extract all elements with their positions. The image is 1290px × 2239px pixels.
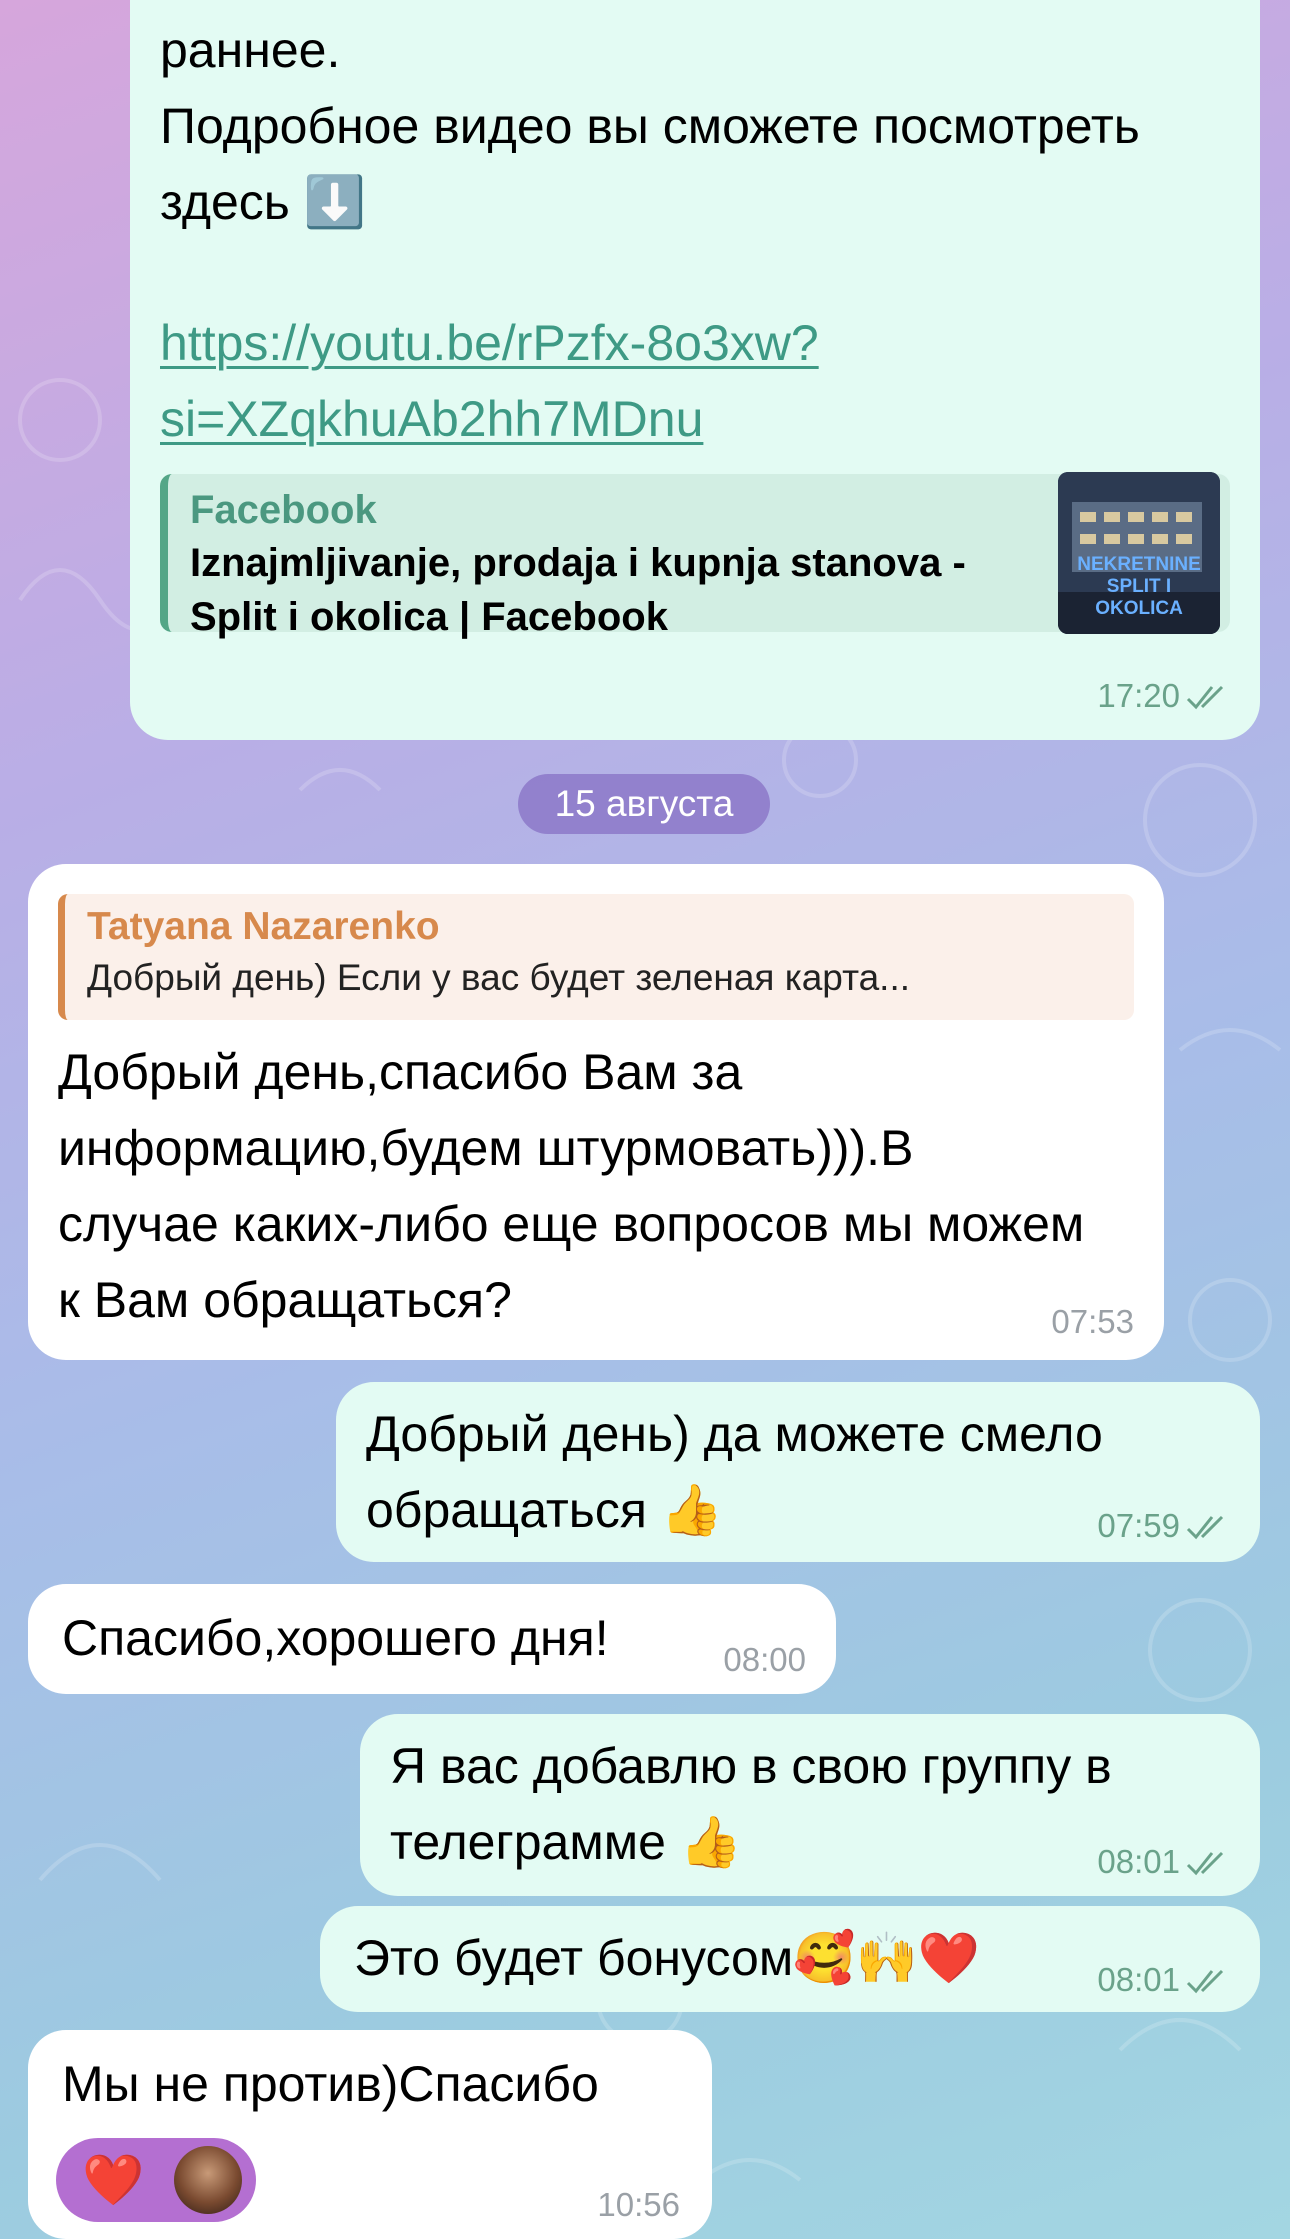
message-text: Добрый день,спасибо Вам за информацию,бу…	[58, 1044, 1099, 1328]
reply-author: Tatyana Nazarenko	[87, 905, 440, 948]
link-line-2[interactable]: si=XZqkhuAb2hh7MDnu	[160, 391, 703, 447]
preview-thumbnail: NEKRETNINE SPLIT I OKOLICA	[1058, 472, 1220, 634]
reply-quote[interactable]: Tatyana Nazarenko Добрый день) Если у ва…	[58, 894, 1134, 1020]
message-time: 17:20	[1097, 676, 1230, 716]
link-line-1[interactable]: https://youtu.be/rPzfx-8o3xw?	[160, 315, 819, 371]
reaction-pill[interactable]: ❤️	[56, 2138, 256, 2222]
time-label: 08:01	[1097, 1843, 1180, 1880]
preview-title: Iznajmljivanje, prodaja i kupnja stanova…	[190, 541, 966, 639]
thumbnail-caption: NEKRETNINE SPLIT I OKOLICA	[1077, 554, 1201, 619]
time-label: 17:20	[1097, 677, 1180, 714]
date-separator: 15 августа	[518, 774, 770, 834]
message-time: 07:59	[1097, 1506, 1230, 1546]
message-text: Это будет бонусом🥰🙌❤️	[354, 1930, 980, 1986]
message-bubble-incoming[interactable]: Мы не против)Спасибо ❤️ 10:56	[28, 2030, 712, 2239]
double-check-icon	[1186, 1969, 1224, 1994]
message-text: Спасибо,хорошего дня!	[62, 1610, 609, 1666]
message-bubble-incoming[interactable]: Спасибо,хорошего дня! 08:00	[28, 1584, 836, 1694]
message-time: 08:01	[1097, 1842, 1230, 1882]
time-label: 08:01	[1097, 1961, 1180, 1998]
reply-snippet: Добрый день) Если у вас будет зеленая ка…	[87, 957, 911, 998]
message-time: 10:56	[597, 2186, 680, 2223]
message-link[interactable]: https://youtu.be/rPzfx-8o3xw? si=XZqkhuA…	[160, 305, 1220, 457]
double-check-icon	[1186, 685, 1224, 710]
double-check-icon	[1186, 1515, 1224, 1540]
message-text: Мы не против)Спасибо	[62, 2056, 599, 2112]
message-time: 07:53	[1051, 1303, 1134, 1340]
heart-emoji: ❤️	[82, 2151, 145, 2209]
message-bubble-outgoing[interactable]: Добрый день) да можете смело обращаться …	[336, 1382, 1260, 1562]
avatar[interactable]	[174, 2146, 242, 2214]
message-bubble-incoming[interactable]: Tatyana Nazarenko Добрый день) Если у ва…	[28, 864, 1164, 1360]
message-bubble-outgoing[interactable]: раннее. Подробное видео вы сможете посмо…	[130, 0, 1260, 740]
message-time: 08:00	[723, 1641, 806, 1678]
message-bubble-outgoing[interactable]: Я вас добавлю в свою группу в телеграмме…	[360, 1714, 1260, 1896]
link-preview[interactable]: Facebook Iznajmljivanje, prodaja i kupnj…	[160, 472, 1230, 639]
message-text: раннее. Подробное видео вы сможете посмо…	[160, 22, 1140, 230]
message-time: 08:01	[1097, 1960, 1230, 2000]
message-bubble-outgoing[interactable]: Это будет бонусом🥰🙌❤️ 08:01	[320, 1906, 1260, 2012]
double-check-icon	[1186, 1851, 1224, 1876]
time-label: 07:59	[1097, 1507, 1180, 1544]
